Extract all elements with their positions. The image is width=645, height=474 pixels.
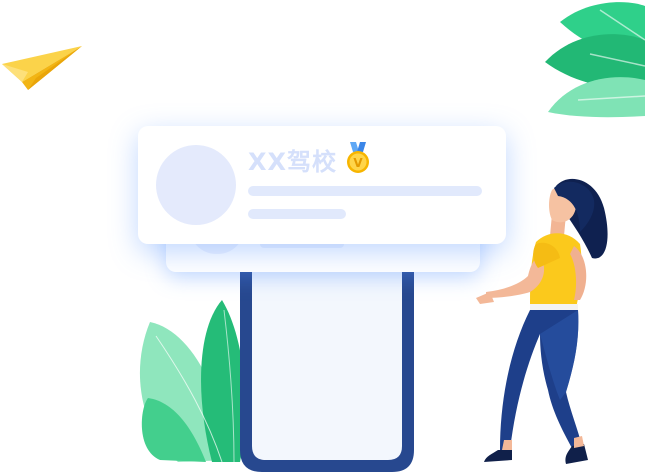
- palm-leaves-icon: [545, 2, 645, 118]
- plant-icon: [139, 300, 246, 463]
- avatar: [156, 145, 236, 225]
- medal-icon: V: [347, 142, 369, 173]
- card-title: XX驾校: [248, 148, 338, 176]
- profile-card: XX驾校 V: [138, 126, 506, 244]
- placeholder-line-2: [248, 209, 346, 219]
- phone-icon: [240, 250, 414, 472]
- medal-letter: V: [353, 156, 363, 170]
- illustration-stage: XX驾校 V: [0, 0, 645, 474]
- paper-plane-icon: [2, 46, 82, 90]
- placeholder-line-1: [248, 186, 482, 196]
